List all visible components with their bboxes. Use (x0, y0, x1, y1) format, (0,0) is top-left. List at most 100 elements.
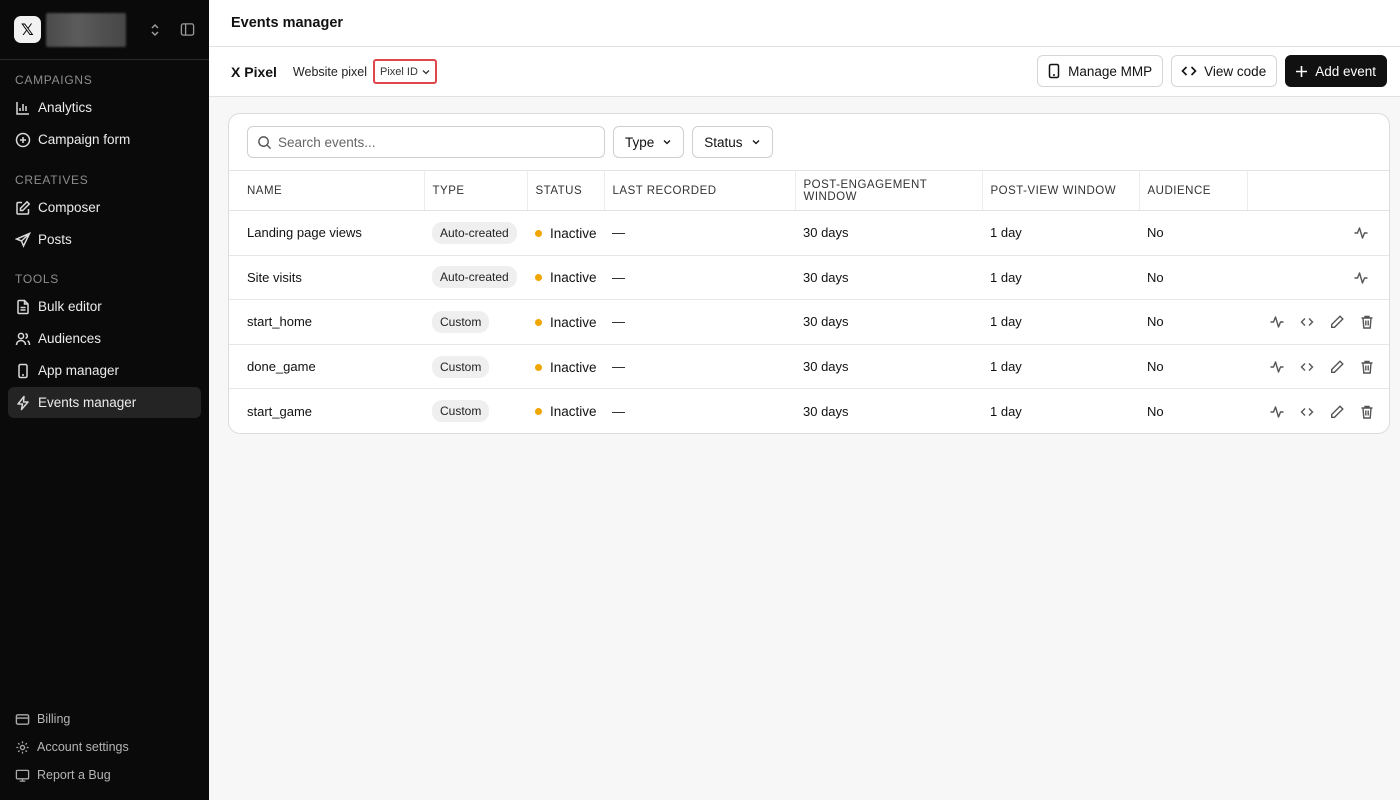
view-code-button[interactable]: View code (1171, 55, 1278, 87)
table-row[interactable]: Landing page views Auto-created Inactive —3… (229, 210, 1389, 256)
table-row[interactable]: start_home Custom Inactive —30 days 1 day No (229, 299, 1389, 345)
event-last-recorded: — (612, 403, 625, 419)
code-icon[interactable] (1299, 314, 1315, 330)
sidebar-item-label: Events manager (38, 395, 137, 410)
gear-icon (15, 740, 30, 755)
event-type-badge: Auto-created (432, 221, 517, 244)
activity-icon[interactable] (1269, 314, 1285, 330)
event-post-view-window: 1 day (990, 403, 1022, 419)
bar-chart-icon (15, 100, 31, 116)
activity-icon[interactable] (1353, 225, 1369, 241)
table-header-row: NAME TYPE STATUS LAST RECORDED POST-ENGA… (229, 170, 1389, 211)
page-header: Events manager (209, 0, 1400, 47)
footer-label: Account settings (37, 740, 129, 754)
add-event-button[interactable]: Add event (1285, 55, 1387, 87)
column-header-audience[interactable]: AUDIENCE (1139, 170, 1248, 211)
toolbar: Manage MMP View code Add event (1029, 55, 1387, 87)
event-type-badge: Auto-created (432, 266, 517, 289)
event-status: Inactive (550, 315, 597, 331)
event-status-cell: Inactive (527, 389, 604, 433)
sidebar-footer-account-settings[interactable]: Account settings (8, 735, 201, 759)
sidebar-item-composer[interactable]: Composer (8, 192, 201, 223)
pixel-bar: X Pixel Website pixel Pixel ID Manage MM… (209, 47, 1400, 97)
event-status: Inactive (550, 404, 597, 420)
trash-icon[interactable] (1359, 359, 1375, 375)
event-name: start_game (247, 403, 313, 419)
event-type-badge: Custom (432, 310, 490, 333)
users-icon (15, 331, 31, 347)
event-name: start_home (229, 299, 424, 345)
sidebar-item-campaign-form[interactable]: Campaign form (8, 124, 201, 155)
trash-icon[interactable] (1359, 314, 1375, 330)
type-filter-dropdown[interactable]: Type (613, 126, 685, 158)
status-dot-icon (535, 363, 542, 371)
event-post-view-window: 1 day (982, 344, 1139, 390)
sidebar: 𝕏 CAMPAIGNS Analytics Campaign form CREA… (0, 0, 209, 800)
sidebar-item-events-manager[interactable]: Events manager (8, 387, 201, 418)
activity-icon[interactable] (1269, 359, 1285, 375)
event-last-recorded: — (604, 255, 795, 301)
sidebar-footer-report-bug[interactable]: Report a Bug (8, 763, 201, 787)
table-row[interactable]: start_game Custom Inactive — 30 days 1 day No (229, 389, 1389, 433)
table-row[interactable]: done_game Custom Inactive —30 days 1 day No (229, 344, 1389, 390)
phone-icon (1047, 63, 1061, 79)
status-filter-label: Status (704, 134, 743, 150)
activity-icon[interactable] (1353, 270, 1369, 286)
sidebar-item-label: App manager (38, 363, 120, 378)
search-input[interactable] (278, 134, 578, 150)
sidebar-item-app-manager[interactable]: App manager (8, 355, 201, 386)
trash-icon[interactable] (1359, 404, 1375, 420)
event-audience: No (1139, 255, 1247, 301)
column-header-status[interactable]: STATUS (527, 170, 605, 211)
chevron-down-icon (751, 137, 761, 147)
event-type-badge: Custom (432, 400, 490, 423)
pixel-title: X Pixel (231, 63, 277, 80)
code-icon[interactable] (1299, 359, 1315, 375)
row-actions (1247, 210, 1389, 256)
status-filter-dropdown[interactable]: Status (692, 126, 773, 158)
column-header-name[interactable]: NAME (229, 170, 425, 211)
column-header-post-engagement-window[interactable]: POST-ENGAGEMENT WINDOW (795, 170, 983, 211)
edit-icon[interactable] (1329, 359, 1345, 375)
plus-circle-icon (15, 132, 31, 148)
event-status-cell: Inactive (527, 344, 604, 390)
type-filter-label: Type (625, 134, 655, 150)
event-status-cell: Inactive (527, 255, 604, 301)
phone-icon (15, 363, 31, 379)
code-icon[interactable] (1299, 404, 1315, 420)
event-audience: No (1139, 210, 1247, 256)
sidebar-item-bulk-editor[interactable]: Bulk editor (8, 291, 201, 322)
column-header-last-recorded[interactable]: LAST RECORDED (604, 170, 796, 211)
search-box[interactable] (247, 126, 605, 158)
account-switcher-icon[interactable] (148, 22, 162, 38)
column-header-post-view-window[interactable]: POST-VIEW WINDOW (982, 170, 1140, 211)
section-tools: TOOLS (15, 272, 59, 286)
sidebar-item-posts[interactable]: Posts (8, 224, 201, 255)
account-name-redacted[interactable] (45, 12, 127, 47)
status-dot-icon (535, 408, 542, 416)
sidebar-footer-billing[interactable]: Billing (8, 707, 201, 731)
event-post-engagement-window: 30 days (795, 255, 982, 301)
footer-label: Billing (37, 712, 71, 726)
activity-icon[interactable] (1269, 404, 1285, 420)
table-row[interactable]: Site visits Auto-created Inactive —30 days 1… (229, 255, 1389, 301)
sidebar-item-audiences[interactable]: Audiences (8, 323, 201, 354)
event-post-engagement-window: 30 days (795, 344, 982, 390)
sidebar-item-analytics[interactable]: Analytics (8, 92, 201, 123)
event-post-view-window: 1 day (982, 299, 1139, 345)
chevron-down-icon (662, 137, 672, 147)
status-dot-icon (535, 274, 542, 282)
manage-mmp-button[interactable]: Manage MMP (1037, 55, 1164, 87)
event-audience: No (1139, 299, 1247, 345)
edit-icon[interactable] (1329, 314, 1345, 330)
row-actions (1247, 299, 1389, 345)
chevron-down-icon (421, 67, 431, 77)
sidebar-item-label: Campaign form (38, 132, 131, 147)
pixel-id-dropdown[interactable]: Pixel ID (373, 59, 437, 84)
sidebar-collapse-icon[interactable] (179, 22, 195, 37)
x-logo-icon[interactable]: 𝕏 (14, 16, 41, 43)
lightning-icon (15, 395, 31, 411)
page-title: Events manager (231, 15, 344, 31)
edit-icon[interactable] (1329, 404, 1345, 420)
column-header-type[interactable]: TYPE (424, 170, 528, 211)
